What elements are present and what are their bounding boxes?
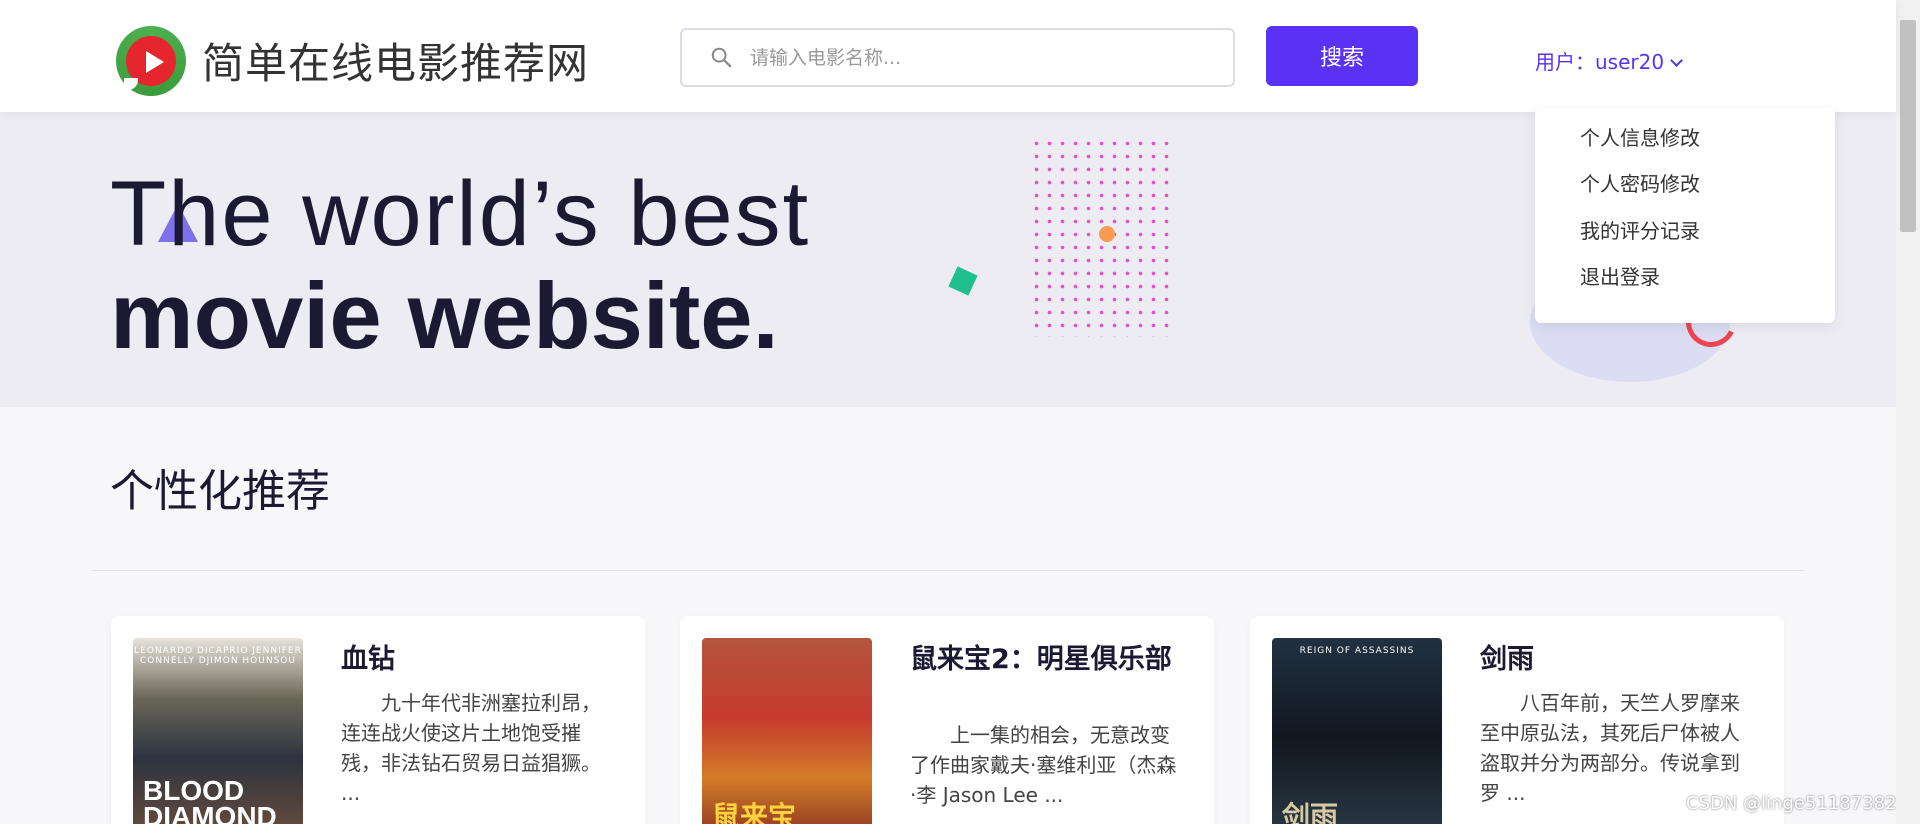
section-divider (92, 570, 1804, 571)
diamond-decoration (948, 266, 978, 296)
page-scrollbar[interactable] (1896, 0, 1920, 824)
movie-description: 九十年代非洲塞拉利昂，连连战火使这片土地饱受摧残，非法钻石贸易日益猖獗。 ... (341, 691, 618, 805)
top-header: 简单在线电影推荐网 搜索 用户：user20 (0, 0, 1896, 112)
csdn-watermark: CSDN @linge511873822 (1686, 793, 1909, 814)
movie-title[interactable]: 剑雨 (1480, 644, 1760, 676)
menu-item-change-password[interactable]: 个人密码修改 (1580, 168, 1700, 197)
movie-title[interactable]: 鼠来宝2：明星俱乐部 (910, 644, 1190, 676)
user-menu-toggle[interactable]: 用户：user20 (1535, 46, 1683, 75)
section-title: 个性化推荐 (110, 466, 330, 517)
poster-caption: LEONARDO DICAPRIO JENNIFER CONNELLY DJIM… (134, 646, 302, 666)
movie-card[interactable]: 鼠来宝 鼠来宝2：明星俱乐部 上一集的相会，无意改变了作曲家戴夫·塞维利亚（杰森… (680, 616, 1214, 824)
hero-headline-line1: The world’s best (110, 163, 811, 265)
scrollbar-thumb[interactable] (1900, 20, 1916, 232)
play-icon (146, 51, 164, 73)
orange-dot-decoration (1099, 226, 1115, 242)
movie-poster[interactable]: LEONARDO DICAPRIO JENNIFER CONNELLY DJIM… (133, 638, 303, 824)
poster-caption: REIGN OF ASSASSINS (1299, 646, 1415, 656)
poster-title: 剑雨 (1282, 801, 1339, 824)
search-box (680, 28, 1235, 87)
poster-title: 鼠来宝 (712, 801, 797, 824)
movie-poster[interactable]: 鼠来宝 (702, 638, 872, 824)
logo-tail (124, 78, 138, 90)
menu-item-logout[interactable]: 退出登录 (1580, 261, 1660, 290)
movie-poster[interactable]: REIGN OF ASSASSINS 剑雨 (1272, 638, 1442, 824)
movie-title[interactable]: 血钻 (341, 644, 621, 676)
search-button[interactable]: 搜索 (1266, 26, 1418, 86)
user-label: 用户：user20 (1535, 50, 1665, 74)
movie-description: 八百年前，天竺人罗摩来至中原弘法，其死后尸体被人盗取并分为两部分。传说拿到罗 .… (1480, 691, 1740, 805)
poster-title: BLOOD DIAMOND (143, 775, 277, 824)
chevron-down-icon (1670, 54, 1683, 67)
site-logo-icon[interactable] (116, 26, 186, 96)
search-icon (711, 47, 732, 68)
menu-item-my-ratings[interactable]: 我的评分记录 (1580, 215, 1700, 244)
site-title[interactable]: 简单在线电影推荐网 (202, 30, 589, 91)
menu-item-edit-profile[interactable]: 个人信息修改 (1580, 122, 1700, 151)
search-input[interactable] (750, 34, 1220, 82)
hero-headline-line2: movie website. (110, 263, 779, 368)
movie-card[interactable]: LEONARDO DICAPRIO JENNIFER CONNELLY DJIM… (111, 616, 645, 824)
movie-description: 上一集的相会，无意改变了作曲家戴夫·塞维利亚（杰森·李 Jason Lee ..… (910, 723, 1177, 807)
user-dropdown-menu: 个人信息修改 个人密码修改 我的评分记录 退出登录 (1535, 108, 1835, 323)
